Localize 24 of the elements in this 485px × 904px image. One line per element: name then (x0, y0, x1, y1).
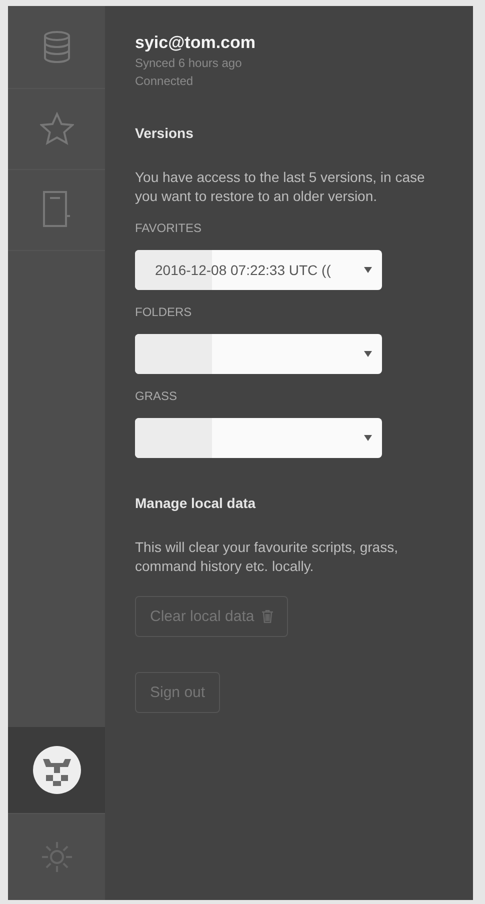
settings-icon (40, 840, 74, 874)
dropdown[interactable] (135, 418, 382, 458)
section-description: This will clear your favourite scripts, grass, command history etc. locally. (135, 538, 399, 576)
trash-icon (262, 610, 274, 623)
dropdown[interactable]: 2016-12-08 07:22:33 UTC (( (135, 250, 382, 290)
caret-icon (364, 267, 372, 273)
section-heading: Versions (135, 124, 194, 142)
caret-icon (364, 435, 372, 441)
dropdown-value: 2016-12-08 07:22:33 UTC (( (155, 262, 331, 278)
connection-status: Connected (135, 73, 194, 90)
dropdown[interactable] (135, 334, 382, 374)
account-email: syic@tom.com (135, 32, 256, 54)
sidebar-item[interactable] (8, 727, 105, 814)
avatar-icon (32, 745, 82, 795)
section-heading: Manage local data (135, 494, 256, 512)
document-icon (42, 190, 72, 230)
field-label: FAVORITES (135, 220, 202, 236)
caret-icon (364, 351, 372, 357)
star-icon (40, 112, 74, 146)
field-label: GRASS (135, 388, 178, 404)
sync-status: Synced 6 hours ago (135, 55, 242, 72)
section-description: You have access to the last 5 versions, in case you want to restore to an older version. (135, 168, 426, 206)
field-label: FOLDERS (135, 304, 192, 320)
database-icon (42, 30, 72, 64)
